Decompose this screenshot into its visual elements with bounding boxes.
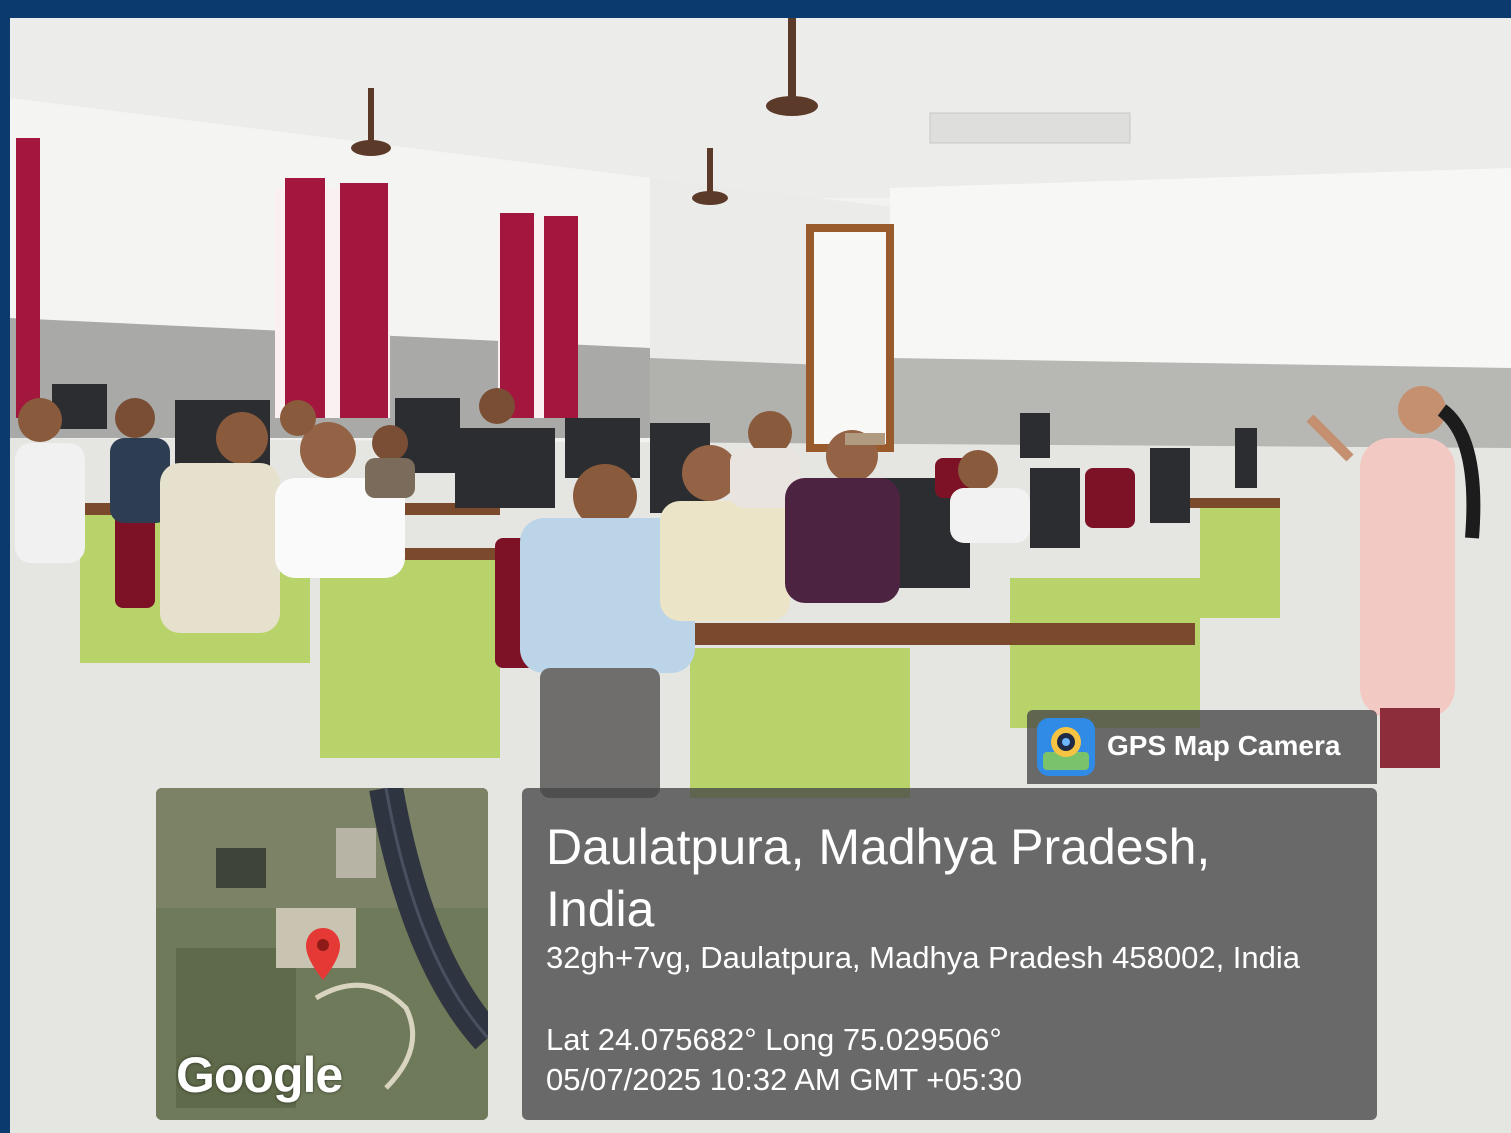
map-thumbnail: Google bbox=[156, 788, 488, 1120]
gps-map-camera-badge: GPS Map Camera bbox=[1027, 710, 1377, 784]
photo-frame: Google GPS Map Camera Daulatpura, Madhya… bbox=[10, 18, 1511, 1133]
location-camera-icon bbox=[1037, 718, 1095, 776]
coordinates-text: Lat 24.075682° Long 75.029506° bbox=[546, 1022, 1002, 1057]
address-text: 32gh+7vg, Daulatpura, Madhya Pradesh 458… bbox=[546, 940, 1301, 975]
location-info-panel: Daulatpura, Madhya Pradesh, India 32gh+7… bbox=[522, 788, 1377, 1120]
gps-map-camera-label: GPS Map Camera bbox=[1107, 730, 1341, 761]
place-title: Daulatpura, Madhya Pradesh, India bbox=[546, 819, 1211, 937]
map-pin-icon bbox=[306, 928, 340, 980]
datetime-text: 05/07/2025 10:32 AM GMT +05:30 bbox=[546, 1062, 1022, 1097]
google-logo: Google bbox=[176, 1047, 343, 1103]
